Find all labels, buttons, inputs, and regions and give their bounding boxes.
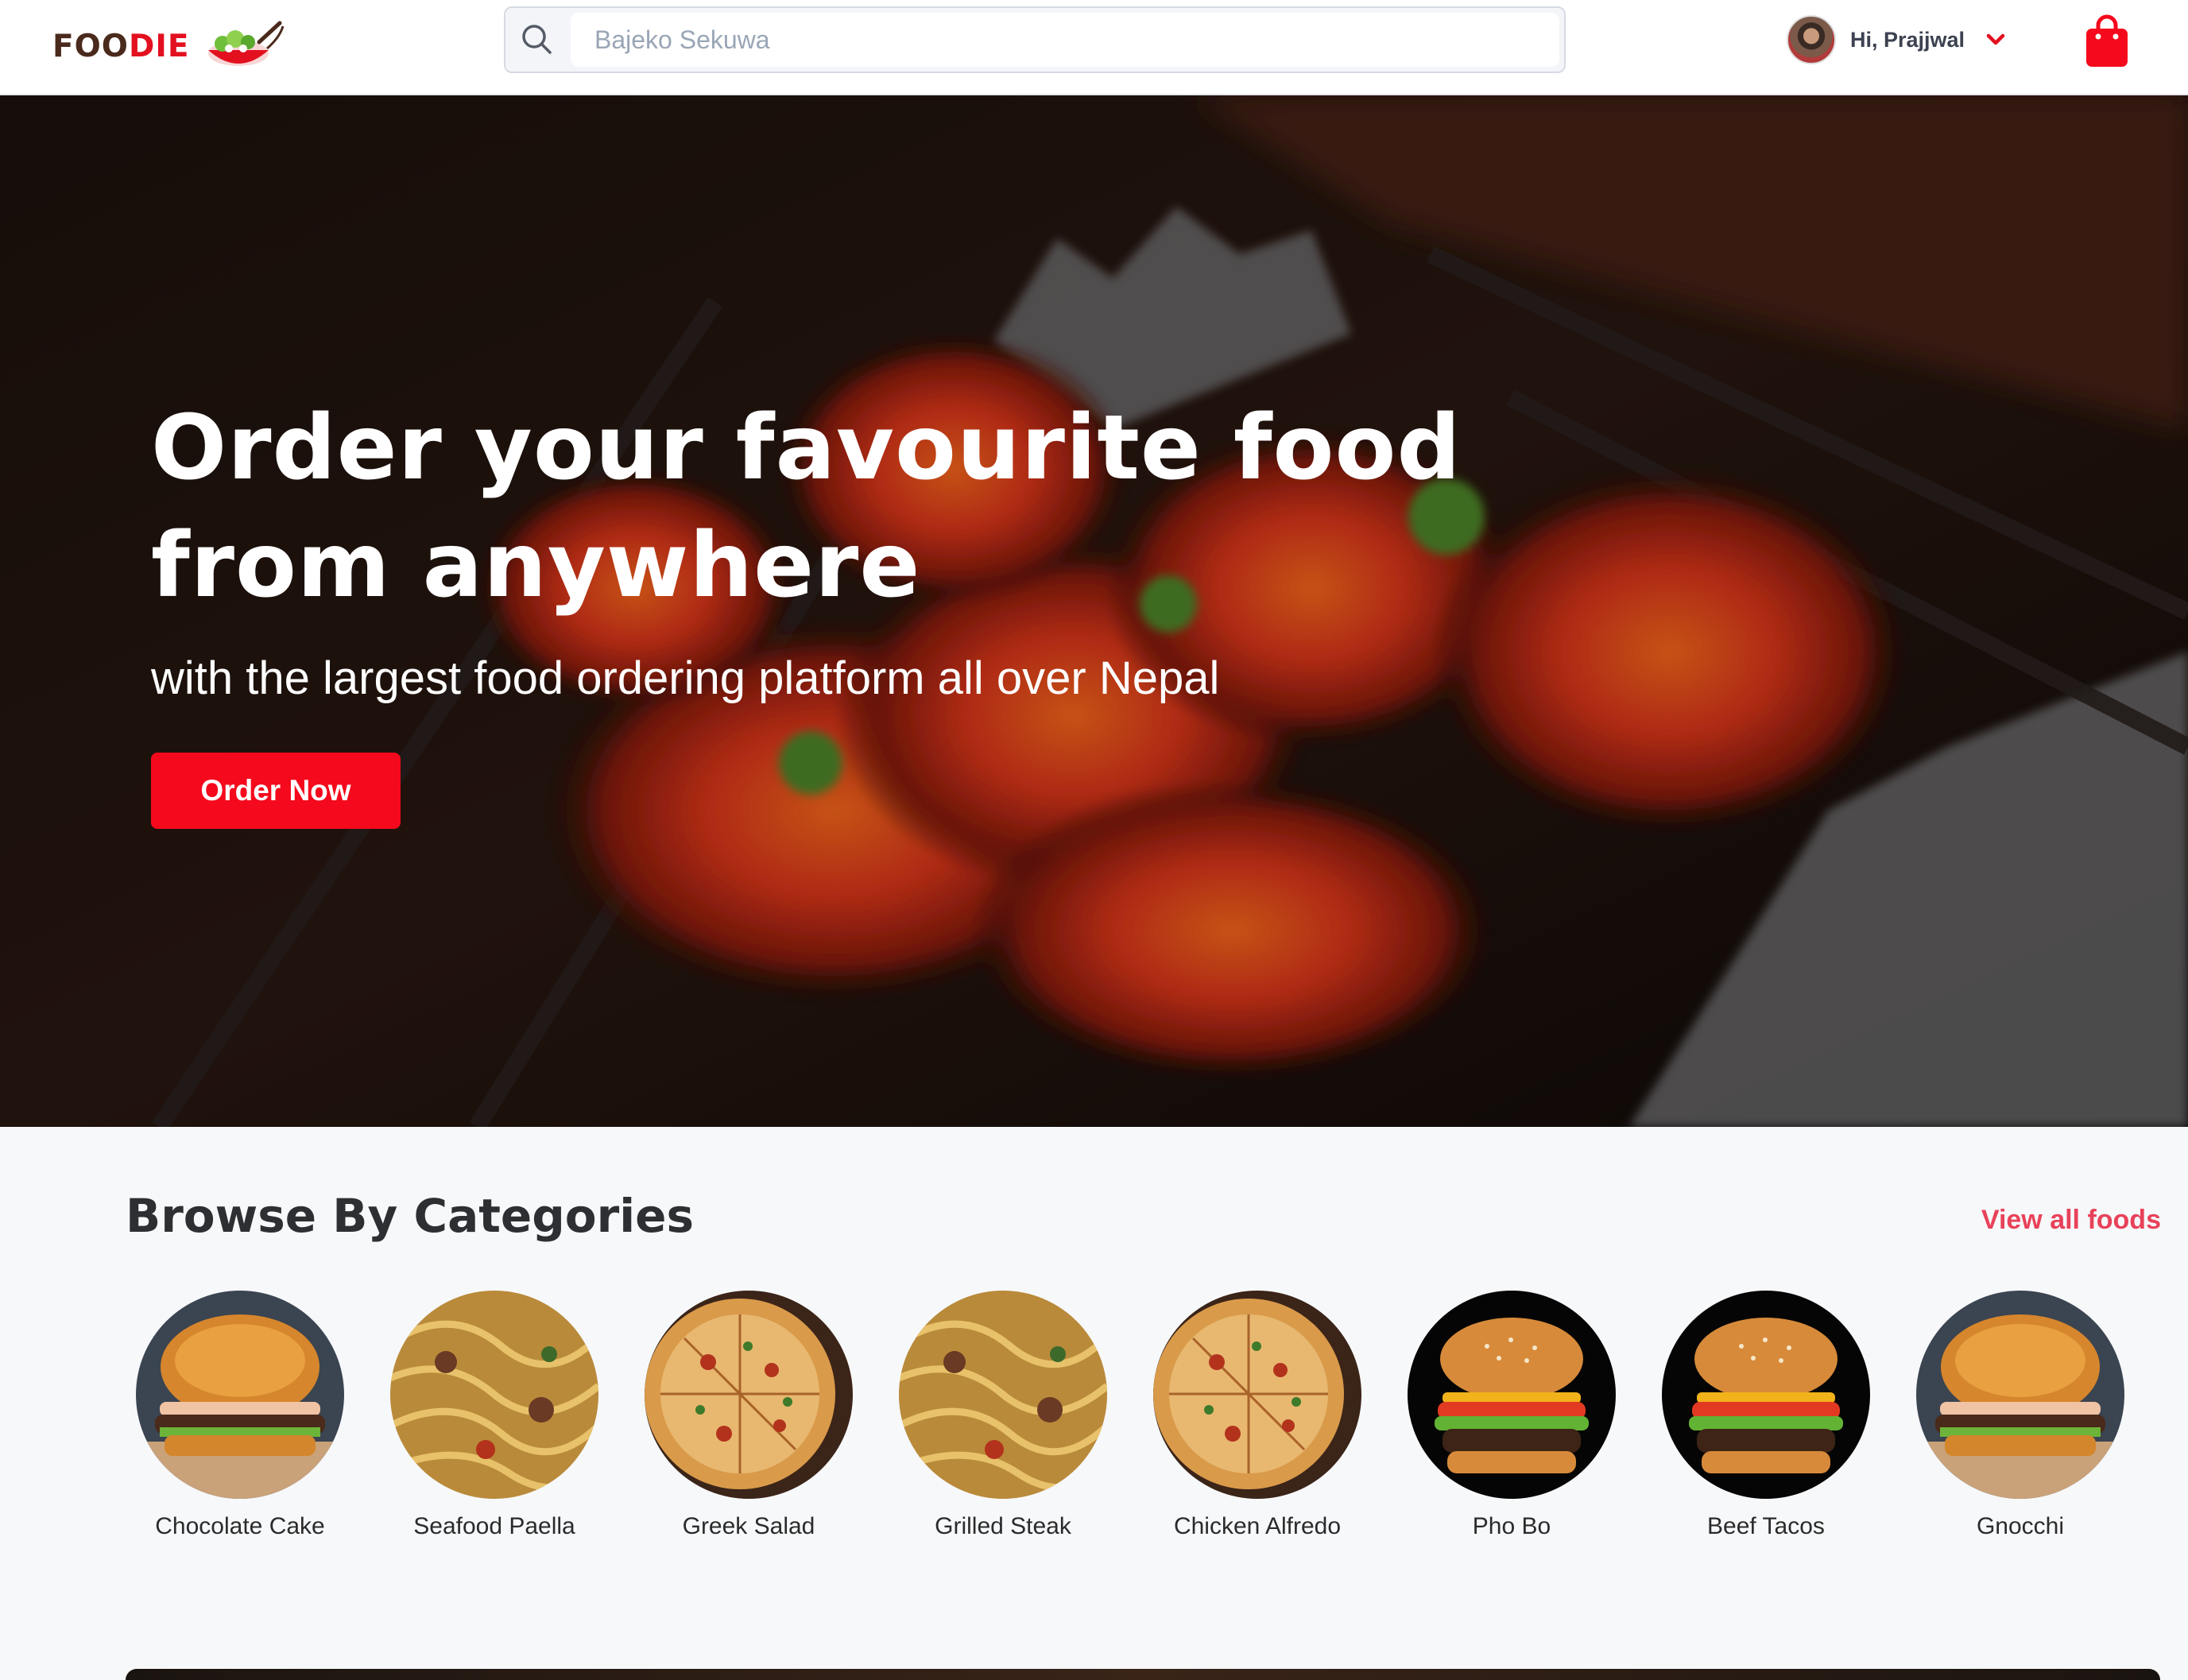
hero-banner: Order your favourite food from anywhere … — [0, 95, 2188, 1127]
salad-bowl-icon — [208, 21, 285, 66]
category-item[interactable]: Grilled Steak — [884, 1291, 1122, 1540]
category-label: Gnocchi — [1976, 1513, 2065, 1539]
hero-title: Order your favourite food from anywhere — [151, 389, 1582, 625]
foodie-logo[interactable]: FOODIE — [52, 16, 285, 76]
category-label: Seafood Paella — [413, 1513, 575, 1539]
burger-image — [136, 1291, 344, 1499]
order-now-button[interactable]: Order Now — [151, 753, 401, 829]
hero-subtitle: with the largest food ordering platform … — [151, 652, 1220, 704]
burger-image — [1408, 1291, 1616, 1499]
category-item[interactable]: Greek Salad — [629, 1291, 868, 1540]
category-item[interactable]: Chicken Alfredo — [1138, 1291, 1377, 1540]
hero-title-line-2: from anywhere — [151, 514, 921, 617]
category-item[interactable]: Chocolate Cake — [121, 1291, 359, 1540]
category-item[interactable]: Pho Bo — [1392, 1291, 1631, 1540]
category-label: Greek Salad — [682, 1513, 815, 1539]
category-list: Chocolate Cake Seafood Paella Greek Sala… — [0, 1291, 2188, 1545]
category-item[interactable]: Seafood Paella — [375, 1291, 614, 1540]
user-menu[interactable]: Hi, Prajjwal — [1787, 14, 2006, 65]
logo-text: FOODIE — [52, 28, 190, 64]
category-label: Chocolate Cake — [155, 1513, 325, 1539]
category-label: Grilled Steak — [935, 1513, 1071, 1539]
category-label: Beef Tacos — [1707, 1513, 1825, 1539]
next-section-banner — [126, 1669, 2160, 1680]
shopping-bag-icon[interactable] — [2084, 13, 2130, 68]
category-item[interactable]: Beef Tacos — [1647, 1291, 1885, 1540]
pizza-image — [645, 1291, 853, 1499]
category-label: Chicken Alfredo — [1173, 1513, 1342, 1539]
hero-title-line-1: Order your favourite food — [151, 397, 1462, 500]
category-item[interactable]: Gnocchi — [1901, 1291, 2140, 1540]
top-navbar: FOODIE Hi, Prajjwal — [0, 0, 2188, 95]
pizza-image — [1153, 1291, 1361, 1499]
search-input[interactable] — [571, 13, 1559, 67]
burger-image — [1916, 1291, 2124, 1499]
avatar — [1787, 15, 1836, 64]
chevron-down-icon[interactable] — [1985, 32, 2006, 48]
search-bar — [504, 6, 1566, 73]
view-all-foods-link[interactable]: View all foods — [1981, 1205, 2161, 1236]
categories-title: Browse By Categories — [126, 1189, 694, 1243]
category-label: Pho Bo — [1472, 1513, 1551, 1539]
burger-image — [1662, 1291, 1870, 1499]
pasta-image — [390, 1291, 598, 1499]
pasta-image — [899, 1291, 1107, 1499]
search-icon[interactable] — [517, 19, 558, 60]
user-greeting: Hi, Prajjwal — [1850, 27, 1965, 52]
